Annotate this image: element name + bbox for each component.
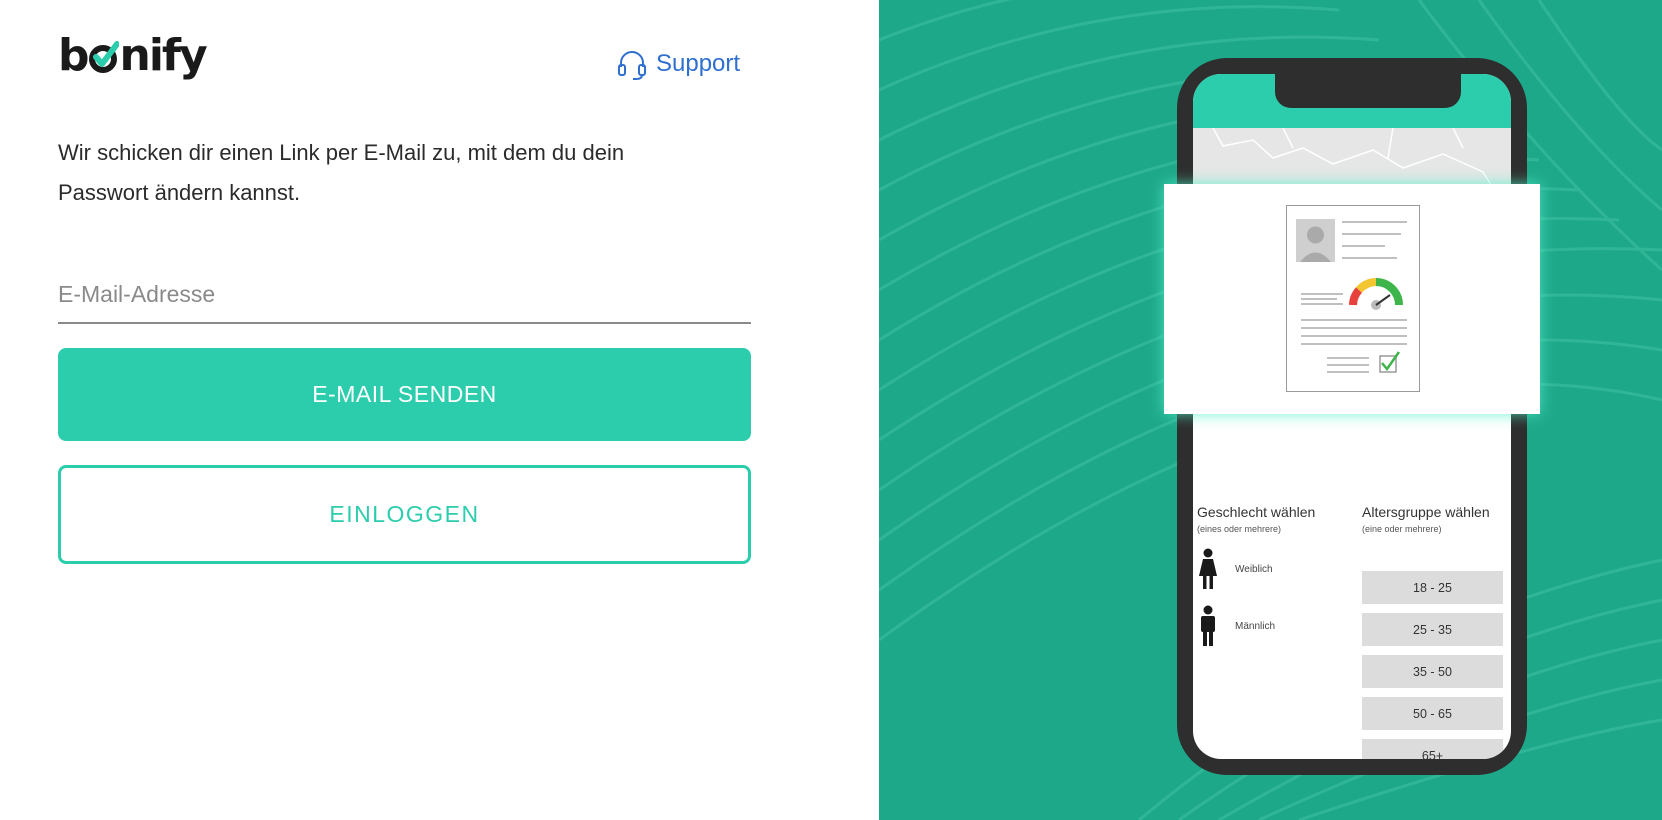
age-subheading: (eine oder mehrere) xyxy=(1362,524,1442,534)
female-icon xyxy=(1199,548,1217,589)
send-email-button[interactable]: E-MAIL SENDEN xyxy=(58,348,751,441)
checkbox-checked-icon xyxy=(1379,351,1401,373)
age-heading: Altersgruppe wählen xyxy=(1362,504,1490,520)
credit-report-document xyxy=(1286,205,1420,392)
email-field-wrapper xyxy=(58,268,751,324)
age-option: 35 - 50 xyxy=(1362,655,1503,688)
headset-icon xyxy=(618,51,646,80)
intro-text: Wir schicken dir einen Link per E-Mail z… xyxy=(58,140,625,205)
support-link[interactable]: Support xyxy=(616,48,740,80)
map-thumbnail xyxy=(1193,127,1511,189)
age-option: 18 - 25 xyxy=(1362,571,1503,604)
illustration-panel: Geschlecht wählen (eines oder mehrere) A… xyxy=(879,0,1662,820)
email-input[interactable] xyxy=(58,268,751,320)
login-button[interactable]: EINLOGGEN xyxy=(58,465,751,564)
password-reset-page: b nify Support Wir schicken dir einen Li… xyxy=(0,0,1662,820)
male-icon xyxy=(1201,605,1215,646)
logo-text-suffix: nify xyxy=(119,30,208,81)
gender-option-female: Weiblich xyxy=(1197,548,1273,590)
gender-option-male: Männlich xyxy=(1197,605,1275,647)
gender-label: Männlich xyxy=(1235,620,1276,632)
gender-subheading: (eines oder mehrere) xyxy=(1197,524,1282,534)
support-label: Support xyxy=(656,50,741,77)
phone-notch xyxy=(1275,74,1461,108)
phone-mockup: Geschlecht wählen (eines oder mehrere) A… xyxy=(1177,58,1527,775)
age-option: 50 - 65 xyxy=(1362,697,1503,730)
age-option: 65+ xyxy=(1362,739,1503,759)
bonify-logo[interactable]: b nify xyxy=(58,30,208,81)
form-panel: b nify Support Wir schicken dir einen Li… xyxy=(0,0,879,820)
gender-heading: Geschlecht wählen xyxy=(1197,504,1316,520)
profile-photo-icon xyxy=(1296,219,1335,262)
age-option: 25 - 35 xyxy=(1362,613,1503,646)
gender-label: Weiblich xyxy=(1235,563,1273,575)
phone-screen: Geschlecht wählen (eines oder mehrere) A… xyxy=(1193,74,1511,759)
checkmark-icon xyxy=(88,34,119,78)
logo-text-prefix: b xyxy=(58,30,89,81)
credit-report-card xyxy=(1164,184,1540,414)
